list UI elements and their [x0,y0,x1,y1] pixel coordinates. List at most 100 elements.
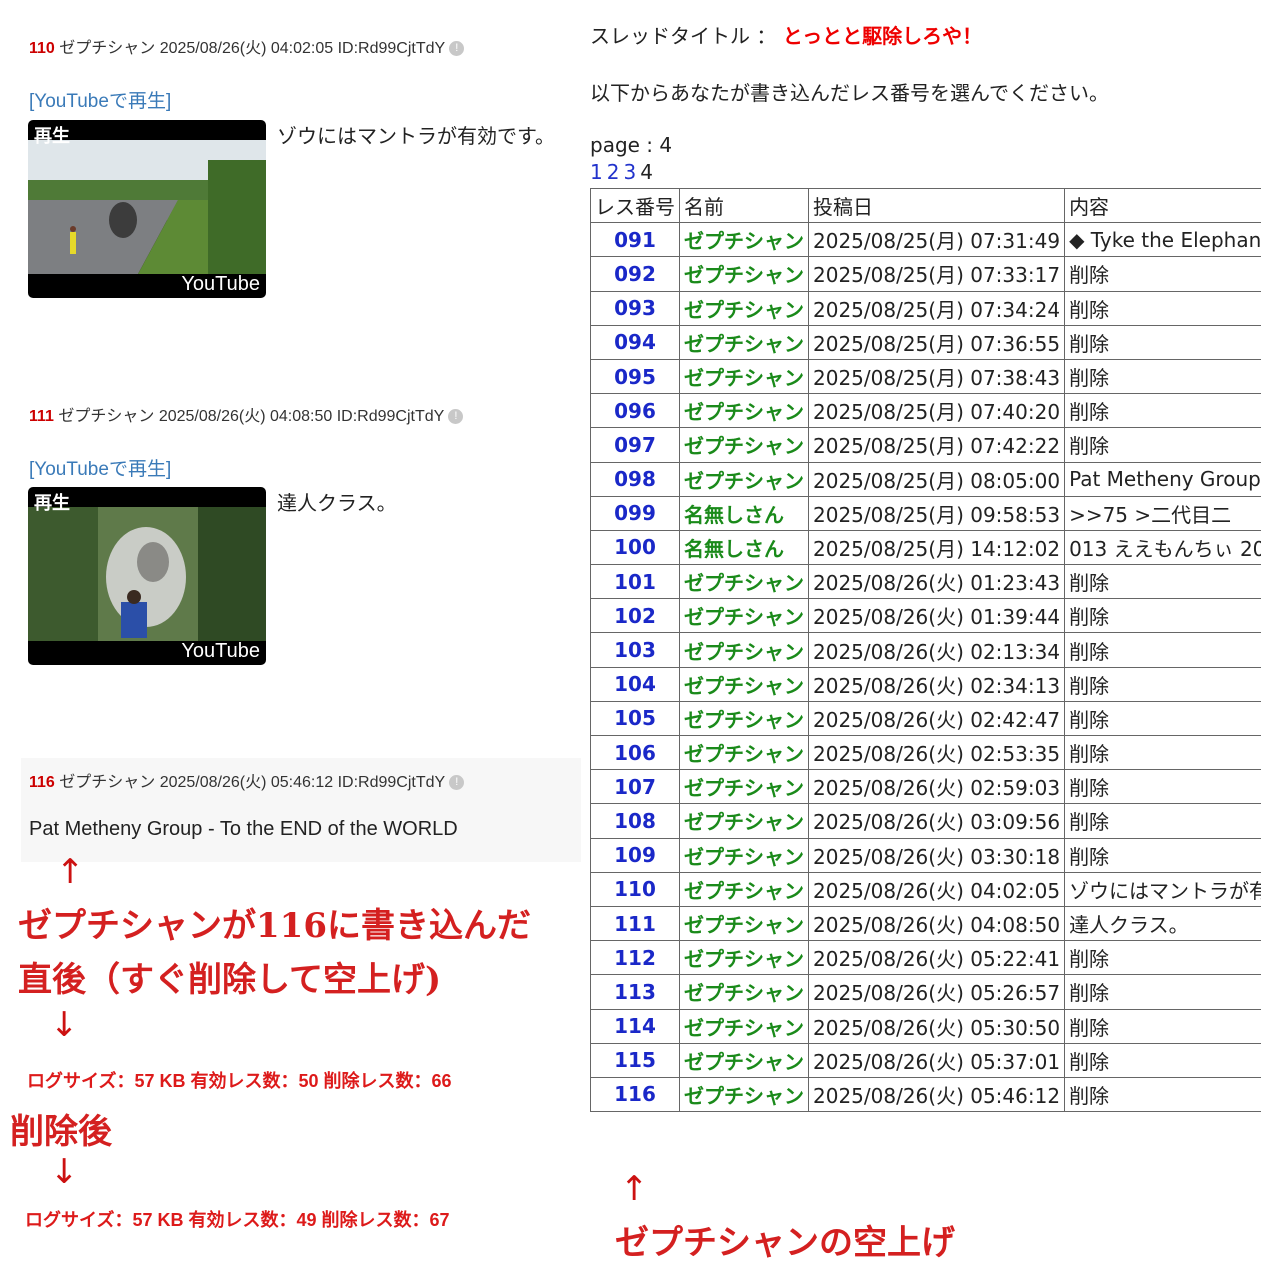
row-content: 削除 [1065,565,1261,599]
row-content: 削除 [1065,1043,1261,1077]
row-date: 2025/08/26(火) 02:42:47 [809,701,1065,735]
table-row: 098ゼプチシャン2025/08/25(月) 08:05:00Pat Methe… [591,462,1261,496]
row-number-link[interactable]: 098 [591,462,680,496]
row-name: ゼプチシャン [680,906,809,940]
row-number-link[interactable]: 109 [591,838,680,872]
row-content: 削除 [1065,941,1261,975]
table-annotation: ゼプチシャンの空上げ [615,1215,955,1264]
row-date: 2025/08/26(火) 02:53:35 [809,736,1065,770]
table-row: 102ゼプチシャン2025/08/26(火) 01:39:44削除 [591,599,1261,633]
row-name: ゼプチシャン [680,633,809,667]
table-row: 114ゼプチシャン2025/08/26(火) 05:30:50削除 [591,1009,1261,1043]
row-number-link[interactable]: 103 [591,633,680,667]
row-content: 削除 [1065,394,1261,428]
row-name: ゼプチシャン [680,770,809,804]
row-date: 2025/08/25(月) 09:58:53 [809,496,1065,530]
row-number-link[interactable]: 099 [591,496,680,530]
row-number-link[interactable]: 100 [591,530,680,564]
row-number-link[interactable]: 113 [591,975,680,1009]
table-row: 104ゼプチシャン2025/08/26(火) 02:34:13削除 [591,667,1261,701]
table-row: 108ゼプチシャン2025/08/26(火) 03:09:56削除 [591,804,1261,838]
table-row: 107ゼプチシャン2025/08/26(火) 02:59:03削除 [591,770,1261,804]
row-name: ゼプチシャン [680,975,809,1009]
row-number-link[interactable]: 097 [591,428,680,462]
row-number-link[interactable]: 093 [591,291,680,325]
row-name: ゼプチシャン [680,736,809,770]
row-content: 削除 [1065,667,1261,701]
row-content: 削除 [1065,804,1261,838]
row-name: ゼプチシャン [680,257,809,291]
row-content: 013 ええもんちぃ 20 [1065,530,1261,564]
row-number-link[interactable]: 106 [591,736,680,770]
table-row: 109ゼプチシャン2025/08/26(火) 03:30:18削除 [591,838,1261,872]
table-row: 096ゼプチシャン2025/08/25(月) 07:40:20削除 [591,394,1261,428]
row-date: 2025/08/26(火) 04:02:05 [809,872,1065,906]
row-date: 2025/08/25(月) 07:31:49 [809,223,1065,257]
row-number-link[interactable]: 116 [591,1077,680,1111]
row-number-link[interactable]: 101 [591,565,680,599]
row-content: 削除 [1065,701,1261,735]
row-content: Pat Metheny Group [1065,462,1261,496]
row-name: ゼプチシャン [680,291,809,325]
row-number-link[interactable]: 095 [591,359,680,393]
row-name: ゼプチシャン [680,394,809,428]
row-number-link[interactable]: 112 [591,941,680,975]
table-row: 112ゼプチシャン2025/08/26(火) 05:22:41削除 [591,941,1261,975]
col-header-content: 内容 [1065,189,1261,223]
row-date: 2025/08/26(火) 05:46:12 [809,1077,1065,1111]
row-content: ゾウにはマントラが有 [1065,872,1261,906]
row-number-link[interactable]: 102 [591,599,680,633]
table-row: 095ゼプチシャン2025/08/25(月) 07:38:43削除 [591,359,1261,393]
row-date: 2025/08/25(月) 14:12:02 [809,530,1065,564]
row-name: ゼプチシャン [680,804,809,838]
row-number-link[interactable]: 092 [591,257,680,291]
col-header-name: 名前 [680,189,809,223]
row-name: ゼプチシャン [680,428,809,462]
table-row: 110ゼプチシャン2025/08/26(火) 04:02:05ゾウにはマントラが… [591,872,1261,906]
row-name: ゼプチシャン [680,941,809,975]
row-number-link[interactable]: 114 [591,1009,680,1043]
row-date: 2025/08/26(火) 03:30:18 [809,838,1065,872]
table-row: 094ゼプチシャン2025/08/25(月) 07:36:55削除 [591,325,1261,359]
row-content: 削除 [1065,975,1261,1009]
row-number-link[interactable]: 104 [591,667,680,701]
row-number-link[interactable]: 096 [591,394,680,428]
row-date: 2025/08/26(火) 05:30:50 [809,1009,1065,1043]
row-name: ゼプチシャン [680,838,809,872]
arrow-up-icon: ↑ [620,1172,649,1206]
table-row: 091ゼプチシャン2025/08/25(月) 07:31:49◆ Tyke th… [591,223,1261,257]
row-number-link[interactable]: 115 [591,1043,680,1077]
row-number-link[interactable]: 107 [591,770,680,804]
row-content: >>75 >二代目二 [1065,496,1261,530]
row-content: 削除 [1065,770,1261,804]
row-number-link[interactable]: 110 [591,872,680,906]
row-content: 削除 [1065,1009,1261,1043]
row-date: 2025/08/25(月) 07:38:43 [809,359,1065,393]
row-date: 2025/08/25(月) 07:42:22 [809,428,1065,462]
row-date: 2025/08/26(火) 05:22:41 [809,941,1065,975]
table-row: 106ゼプチシャン2025/08/26(火) 02:53:35削除 [591,736,1261,770]
table-row: 115ゼプチシャン2025/08/26(火) 05:37:01削除 [591,1043,1261,1077]
row-content: 達人クラス。 [1065,906,1261,940]
row-name: ゼプチシャン [680,325,809,359]
row-name: ゼプチシャン [680,1077,809,1111]
table-clip: レス番号 名前 投稿日 内容 091ゼプチシャン2025/08/25(月) 07… [0,0,1261,1263]
row-date: 2025/08/25(月) 07:33:17 [809,257,1065,291]
row-name: 名無しさん [680,496,809,530]
row-name: ゼプチシャン [680,701,809,735]
row-number-link[interactable]: 105 [591,701,680,735]
row-content: 削除 [1065,838,1261,872]
col-header-date: 投稿日 [809,189,1065,223]
row-content: ◆ Tyke the Elephant [1065,223,1261,257]
row-date: 2025/08/26(火) 03:09:56 [809,804,1065,838]
row-number-link[interactable]: 108 [591,804,680,838]
row-number-link[interactable]: 111 [591,906,680,940]
row-date: 2025/08/26(火) 01:39:44 [809,599,1065,633]
row-number-link[interactable]: 094 [591,325,680,359]
row-number-link[interactable]: 091 [591,223,680,257]
row-date: 2025/08/26(火) 04:08:50 [809,906,1065,940]
row-date: 2025/08/25(月) 08:05:00 [809,462,1065,496]
row-name: ゼプチシャン [680,565,809,599]
row-content: 削除 [1065,325,1261,359]
row-date: 2025/08/26(火) 02:34:13 [809,667,1065,701]
